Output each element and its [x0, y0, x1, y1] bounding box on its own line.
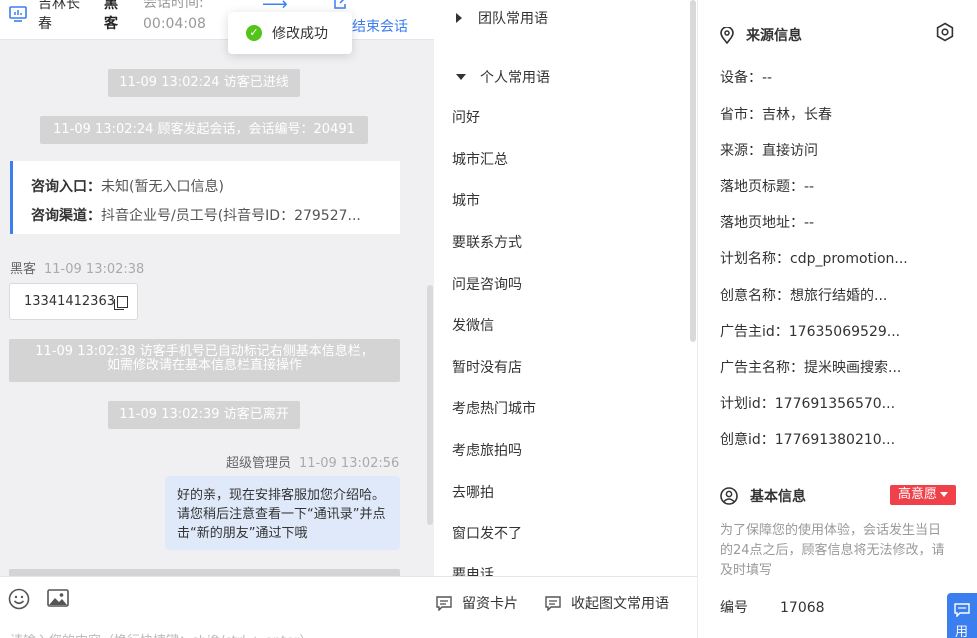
phrase-item[interactable]: 城市 — [452, 190, 480, 210]
phrase-item[interactable]: 考虑旅拍吗 — [452, 440, 522, 460]
phone-message[interactable]: 13341412363 — [9, 283, 138, 320]
consult-entry-label: 咨询入口： — [31, 179, 101, 195]
info-field: 创意id：177691380210... — [720, 432, 896, 448]
info-field: 创意名称：想旅行结婚的... — [720, 288, 888, 304]
settings-icon[interactable] — [935, 22, 955, 42]
message-sender: 超级管理员 — [226, 456, 292, 471]
message-card-icon — [436, 595, 452, 611]
system-message: 11-09 13:02:39 访客已离开 — [108, 401, 300, 429]
customer-id-label: 编号 — [720, 600, 748, 616]
check-circle-icon: ✓ — [246, 25, 262, 41]
info-field: 落地页地址：-- — [720, 215, 815, 231]
info-field: 来源：直接访问 — [720, 143, 818, 159]
consult-channel-value: 抖音企业号/员工号(抖音号ID：279527... — [101, 208, 361, 224]
system-message: 11-09 13:02:38 访客手机号已自动标记右侧基本信息栏， 如需修改请在… — [9, 339, 400, 382]
caret-right-icon — [456, 13, 462, 23]
basic-info-title: 基本信息 — [720, 486, 806, 506]
chat-header: 吉林长春 黑客 会话时间: 00:04:08 ⟶ 结束会话 — [0, 0, 434, 40]
message-sender: 黑客 — [10, 262, 37, 277]
caret-down-icon — [456, 74, 466, 80]
message-input[interactable]: 请输入您的内容（换行快捷键：shift/ctrl + enter） — [10, 630, 313, 638]
customer-id-row: 编号 17068 — [720, 597, 825, 617]
phrase-item[interactable]: 问是咨询吗 — [452, 274, 522, 294]
customer-info-panel: 来源信息 设备：-- 省市：吉林，长春 来源：直接访问 落地页标题：-- 落地页… — [697, 0, 977, 638]
monitor-icon — [9, 6, 27, 22]
phrase-item[interactable]: 窗口发不了 — [452, 523, 522, 543]
copy-icon[interactable] — [113, 295, 128, 310]
phrase-item[interactable]: 发微信 — [452, 315, 494, 335]
phrase-item[interactable]: 要电话 — [452, 564, 494, 576]
collapse-phrases-button[interactable]: 收起图文常用语 — [545, 593, 669, 613]
consult-entry-value: 未知(暂无入口信息) — [101, 179, 224, 195]
customer-id-value: 17068 — [780, 600, 825, 616]
agent-message-bubble: 好的亲，现在安排客服加您介绍哈。请您稍后注意查看一下“通讯录”并点击“新的朋友”… — [165, 476, 400, 550]
consult-channel-row: 咨询渠道：抖音企业号/员工号(抖音号ID：279527... — [31, 202, 393, 231]
end-session-button[interactable]: 结束会话 — [352, 16, 408, 36]
message-input-area: 留资卡片 收起图文常用语 请输入您的内容（换行快捷键：shift/ctrl + … — [0, 576, 697, 638]
visitor-location: 吉林长春 — [38, 0, 80, 32]
edit-notice: 为了保障您的使用体验，会话发生当日的24点之后，顾客信息将无法修改，请及时填写 — [720, 523, 945, 578]
source-info-title: 来源信息 — [720, 25, 802, 45]
emoji-icon[interactable] — [8, 588, 30, 610]
group-label: 团队常用语 — [478, 11, 548, 27]
info-field: 广告主id：17635069529... — [720, 324, 901, 340]
message-time: 11-09 13:02:56 — [299, 456, 400, 471]
info-field: 计划id：177691356570... — [720, 396, 896, 412]
consult-channel-label: 咨询渠道： — [31, 208, 101, 224]
system-message: 11-09 13:02:24 访客已进线 — [108, 69, 300, 97]
phrase-item[interactable]: 去哪拍 — [452, 482, 494, 502]
system-message: 11-09 13:02:24 顾客发起会话，会话编号：20491 — [40, 116, 368, 144]
message-meta: 超级管理员 11-09 13:02:56 — [226, 452, 399, 471]
consult-entry-row: 咨询入口：未知(暂无入口信息) — [31, 173, 393, 202]
lead-card-button[interactable]: 留资卡片 — [436, 593, 518, 613]
consult-info-card: 咨询入口：未知(暂无入口信息) 咨询渠道：抖音企业号/员工号(抖音号ID：279… — [10, 161, 400, 234]
success-toast: ✓ 修改成功 — [228, 12, 352, 54]
location-pin-icon — [720, 26, 734, 44]
chat-scrollbar[interactable] — [427, 285, 433, 525]
image-icon[interactable] — [47, 587, 69, 609]
session-duration: 00:04:08 — [143, 16, 206, 32]
chat-workspace: 吉林长春 黑客 会话时间: 00:04:08 ⟶ 结束会话 11-09 13:0… — [0, 0, 977, 638]
section-label: 来源信息 — [746, 28, 802, 44]
info-field: 计划名称：cdp_promotion... — [720, 251, 908, 267]
phrase-item[interactable]: 城市汇总 — [452, 149, 508, 169]
message-meta: 黑客 11-09 13:02:38 — [10, 258, 144, 277]
phrase-item[interactable]: 要联系方式 — [452, 232, 522, 252]
collapse-phrases-label: 收起图文常用语 — [571, 596, 669, 612]
group-label: 个人常用语 — [480, 70, 550, 86]
phone-number: 13341412363 — [24, 294, 115, 309]
phrase-item[interactable]: 暂时没有店 — [452, 357, 522, 377]
chat-panel: 吉林长春 黑客 会话时间: 00:04:08 ⟶ 结束会话 11-09 13:0… — [0, 0, 434, 638]
chat-bubble-icon — [954, 603, 970, 617]
info-field: 省市：吉林，长春 — [720, 107, 832, 123]
section-label: 基本信息 — [750, 489, 806, 505]
message-card-icon — [545, 595, 561, 611]
user-icon — [720, 487, 738, 505]
lead-card-label: 留资卡片 — [462, 596, 518, 612]
floating-button-label: 用 — [955, 625, 969, 638]
phrases-scrollbar[interactable] — [690, 0, 696, 342]
floating-chat-button[interactable]: 用 — [947, 593, 977, 638]
message-time: 11-09 13:02:38 — [44, 262, 145, 277]
visitor-type: 黑客 — [104, 0, 118, 32]
info-field: 广告主名称：提米映画搜索... — [720, 360, 902, 376]
team-phrases-group[interactable]: 团队常用语 — [456, 8, 548, 28]
common-phrases-panel: 团队常用语 个人常用语 问好 城市汇总 城市 要联系方式 问是咨询吗 发微信 暂… — [434, 0, 697, 576]
intent-level-dropdown[interactable]: 高意愿 — [890, 485, 956, 505]
toast-text: 修改成功 — [272, 26, 328, 42]
personal-phrases-group[interactable]: 个人常用语 — [456, 67, 550, 87]
session-time-label: 会话时间: — [143, 0, 204, 11]
phrase-item[interactable]: 考虑热门城市 — [452, 398, 536, 418]
info-field: 落地页标题：-- — [720, 179, 815, 195]
exit-icon[interactable] — [333, 0, 349, 10]
info-field: 设备：-- — [720, 70, 773, 86]
phrase-item[interactable]: 问好 — [452, 107, 480, 127]
